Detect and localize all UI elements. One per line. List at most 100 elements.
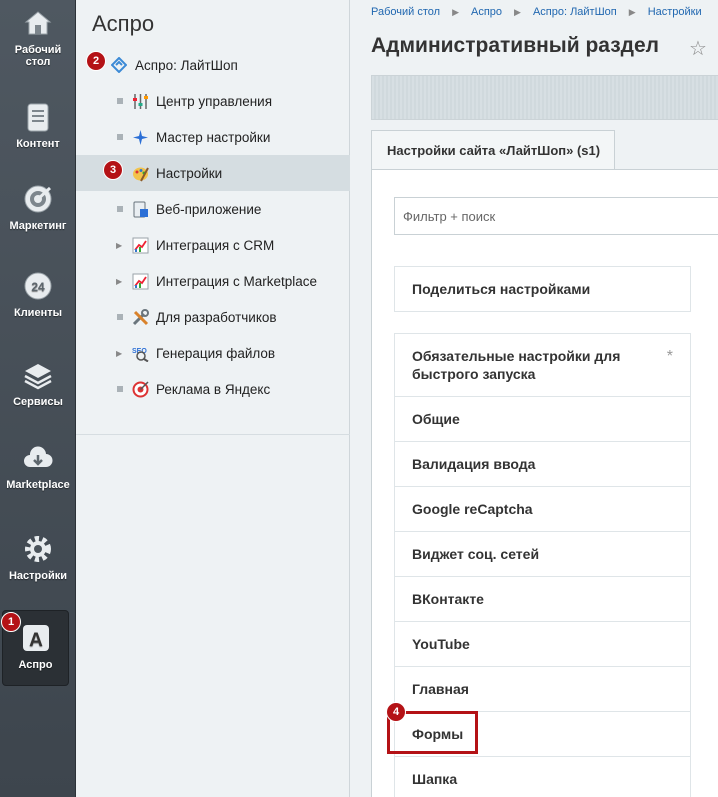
breadcrumb: Рабочий стол ▶ Аспро ▶ Аспро: ЛайтШоп ▶ Настро…	[371, 6, 702, 18]
menu-item-crm-integration[interactable]: ▶ Интеграция с CRM	[76, 227, 350, 263]
settings-item-header[interactable]: Шапка	[395, 757, 690, 797]
rail-label: Контент	[16, 138, 60, 150]
breadcrumb-separator-icon: ▶	[628, 7, 636, 17]
bullet	[117, 206, 123, 212]
settings-item-label: YouTube	[412, 636, 470, 652]
menu-item-setup-wizard[interactable]: Мастер настройки	[76, 119, 350, 155]
rail-label: Сервисы	[13, 396, 63, 408]
menu-item-label: Интеграция с Marketplace	[156, 273, 318, 289]
rail-item-marketplace[interactable]: Marketplace	[0, 443, 76, 491]
menu-item-label: Генерация файлов	[156, 345, 276, 361]
menu-item-control-center[interactable]: Центр управления	[76, 83, 350, 119]
rail-label: Клиенты	[13, 307, 62, 319]
settings-item-youtube[interactable]: YouTube	[395, 622, 690, 667]
step-badge: 4	[386, 702, 406, 722]
menu-item-label: Центр управления	[156, 93, 273, 109]
home-icon	[24, 11, 52, 35]
breadcrumb-separator-icon: ▶	[514, 7, 521, 17]
settings-item-validation[interactable]: Валидация ввода	[395, 442, 690, 487]
rail-label: Маркетинг	[9, 220, 67, 232]
target-ad-icon	[132, 380, 149, 397]
document-icon	[27, 103, 49, 132]
breadcrumb-link[interactable]: Настройки	[648, 6, 702, 18]
settings-item-vkontakte[interactable]: ВКонтакте	[395, 577, 690, 622]
settings-item-label: Обязательные настройки для быстрого запу…	[412, 348, 621, 382]
menu-item-yandex-ads[interactable]: Реклама в Яндекс	[76, 371, 350, 407]
app-icon	[133, 201, 148, 217]
settings-item-main[interactable]: Главная	[395, 667, 690, 712]
seo-icon: SEO	[132, 348, 149, 362]
filter-search-input[interactable]	[394, 197, 718, 235]
menu-item-label: Реклама в Яндекс	[156, 381, 271, 397]
settings-item-label: Виджет соц. сетей	[412, 546, 540, 562]
svg-text:A: A	[29, 630, 43, 651]
settings-list: Обязательные настройки для быстрого запу…	[387, 333, 691, 797]
menu-item-developers[interactable]: Для разработчиков	[76, 299, 350, 335]
section-menu: Аспро Аспро: ЛайтШоп 2 Центр управления …	[76, 0, 350, 797]
menu-item-web-app[interactable]: Веб-приложение	[76, 191, 350, 227]
rail-item-services[interactable]: Сервисы	[0, 360, 76, 408]
rail-label: Marketplace	[6, 479, 70, 491]
settings-item-label: Шапка	[412, 771, 458, 787]
main-content: Рабочий стол ▶ Аспро ▶ Аспро: ЛайтШоп ▶ Настро…	[351, 0, 718, 797]
tools-icon	[132, 308, 149, 325]
svg-text:24: 24	[31, 280, 45, 294]
menu-item-label: Настройки	[156, 165, 223, 181]
rail-item-settings[interactable]: Настройки	[0, 534, 76, 582]
settings-item-forms[interactable]: Формы	[387, 711, 690, 757]
menu-divider	[76, 434, 350, 435]
cloud-download-icon	[24, 446, 53, 467]
share-settings-button[interactable]: Поделиться настройками	[394, 266, 691, 312]
rail-label: Аспро	[18, 659, 53, 671]
rail-item-content[interactable]: Контент	[0, 102, 76, 150]
menu-item-file-generation[interactable]: ▶ SEO Генерация файлов	[76, 335, 350, 371]
chart-icon	[132, 237, 149, 253]
breadcrumb-separator-icon: ▶	[452, 7, 459, 17]
rail-item-marketing[interactable]: Маркетинг	[0, 184, 76, 232]
aspro-logo-icon	[111, 57, 127, 73]
settings-item-label: Общие	[412, 411, 460, 427]
letter-a-icon: A	[22, 625, 49, 651]
step-badge: 3	[103, 160, 123, 180]
rail-label: Рабочий стол	[14, 44, 62, 68]
settings-item-social-widget[interactable]: Виджет соц. сетей	[395, 532, 690, 577]
settings-item-required[interactable]: Обязательные настройки для быстрого запу…	[395, 334, 690, 397]
clock-24-icon: 24	[24, 272, 52, 300]
expand-arrow-icon[interactable]: ▶	[116, 241, 122, 250]
settings-item-label: Google reCaptcha	[412, 501, 533, 517]
expand-arrow-icon[interactable]: ▶	[116, 349, 122, 358]
favorite-star-icon[interactable]: ☆	[689, 36, 707, 61]
rail-item-clients[interactable]: 24 Клиенты	[0, 271, 76, 319]
settings-item-general[interactable]: Общие	[395, 397, 690, 442]
target-icon	[24, 185, 52, 213]
gear-icon	[25, 536, 51, 562]
sliders-icon	[133, 93, 148, 109]
bullet	[117, 98, 123, 104]
menu-item-label: Для разработчиков	[156, 309, 277, 325]
settings-item-recaptcha[interactable]: Google reCaptcha	[395, 487, 690, 532]
required-asterisk: *	[666, 348, 673, 365]
menu-item-label: Интеграция с CRM	[156, 237, 275, 253]
rail-item-desktop[interactable]: Рабочий стол	[0, 8, 76, 68]
settings-panel: Поделиться настройками Обязательные наст…	[371, 169, 718, 797]
bullet	[117, 314, 123, 320]
rail-label: Настройки	[8, 570, 68, 582]
breadcrumb-link[interactable]: Аспро: ЛайтШоп	[533, 6, 617, 18]
expand-arrow-icon[interactable]: ▶	[116, 277, 122, 286]
step-badge: 2	[86, 51, 106, 71]
settings-item-label: Валидация ввода	[412, 456, 536, 472]
palette-icon	[133, 167, 149, 181]
menu-item-marketplace-integration[interactable]: ▶ Интеграция с Marketplace	[76, 263, 350, 299]
menu-root-aspro-lightshop[interactable]: Аспро: ЛайтШоп	[76, 47, 350, 83]
breadcrumb-link[interactable]: Рабочий стол	[371, 6, 440, 18]
page-title: Административный раздел	[371, 34, 660, 57]
bullet	[117, 386, 123, 392]
toolbar	[371, 75, 718, 120]
breadcrumb-link[interactable]: Аспро	[471, 6, 502, 18]
sparkle-icon	[133, 129, 148, 145]
tab-site-settings[interactable]: Настройки сайта «ЛайтШоп» (s1)	[371, 130, 615, 169]
left-rail: Рабочий стол Контент Маркетинг 24 Клиент…	[0, 0, 76, 797]
step-badge: 1	[1, 612, 21, 632]
menu-item-label: Веб-приложение	[156, 201, 262, 217]
menu-root-label: Аспро: ЛайтШоп	[135, 57, 238, 73]
